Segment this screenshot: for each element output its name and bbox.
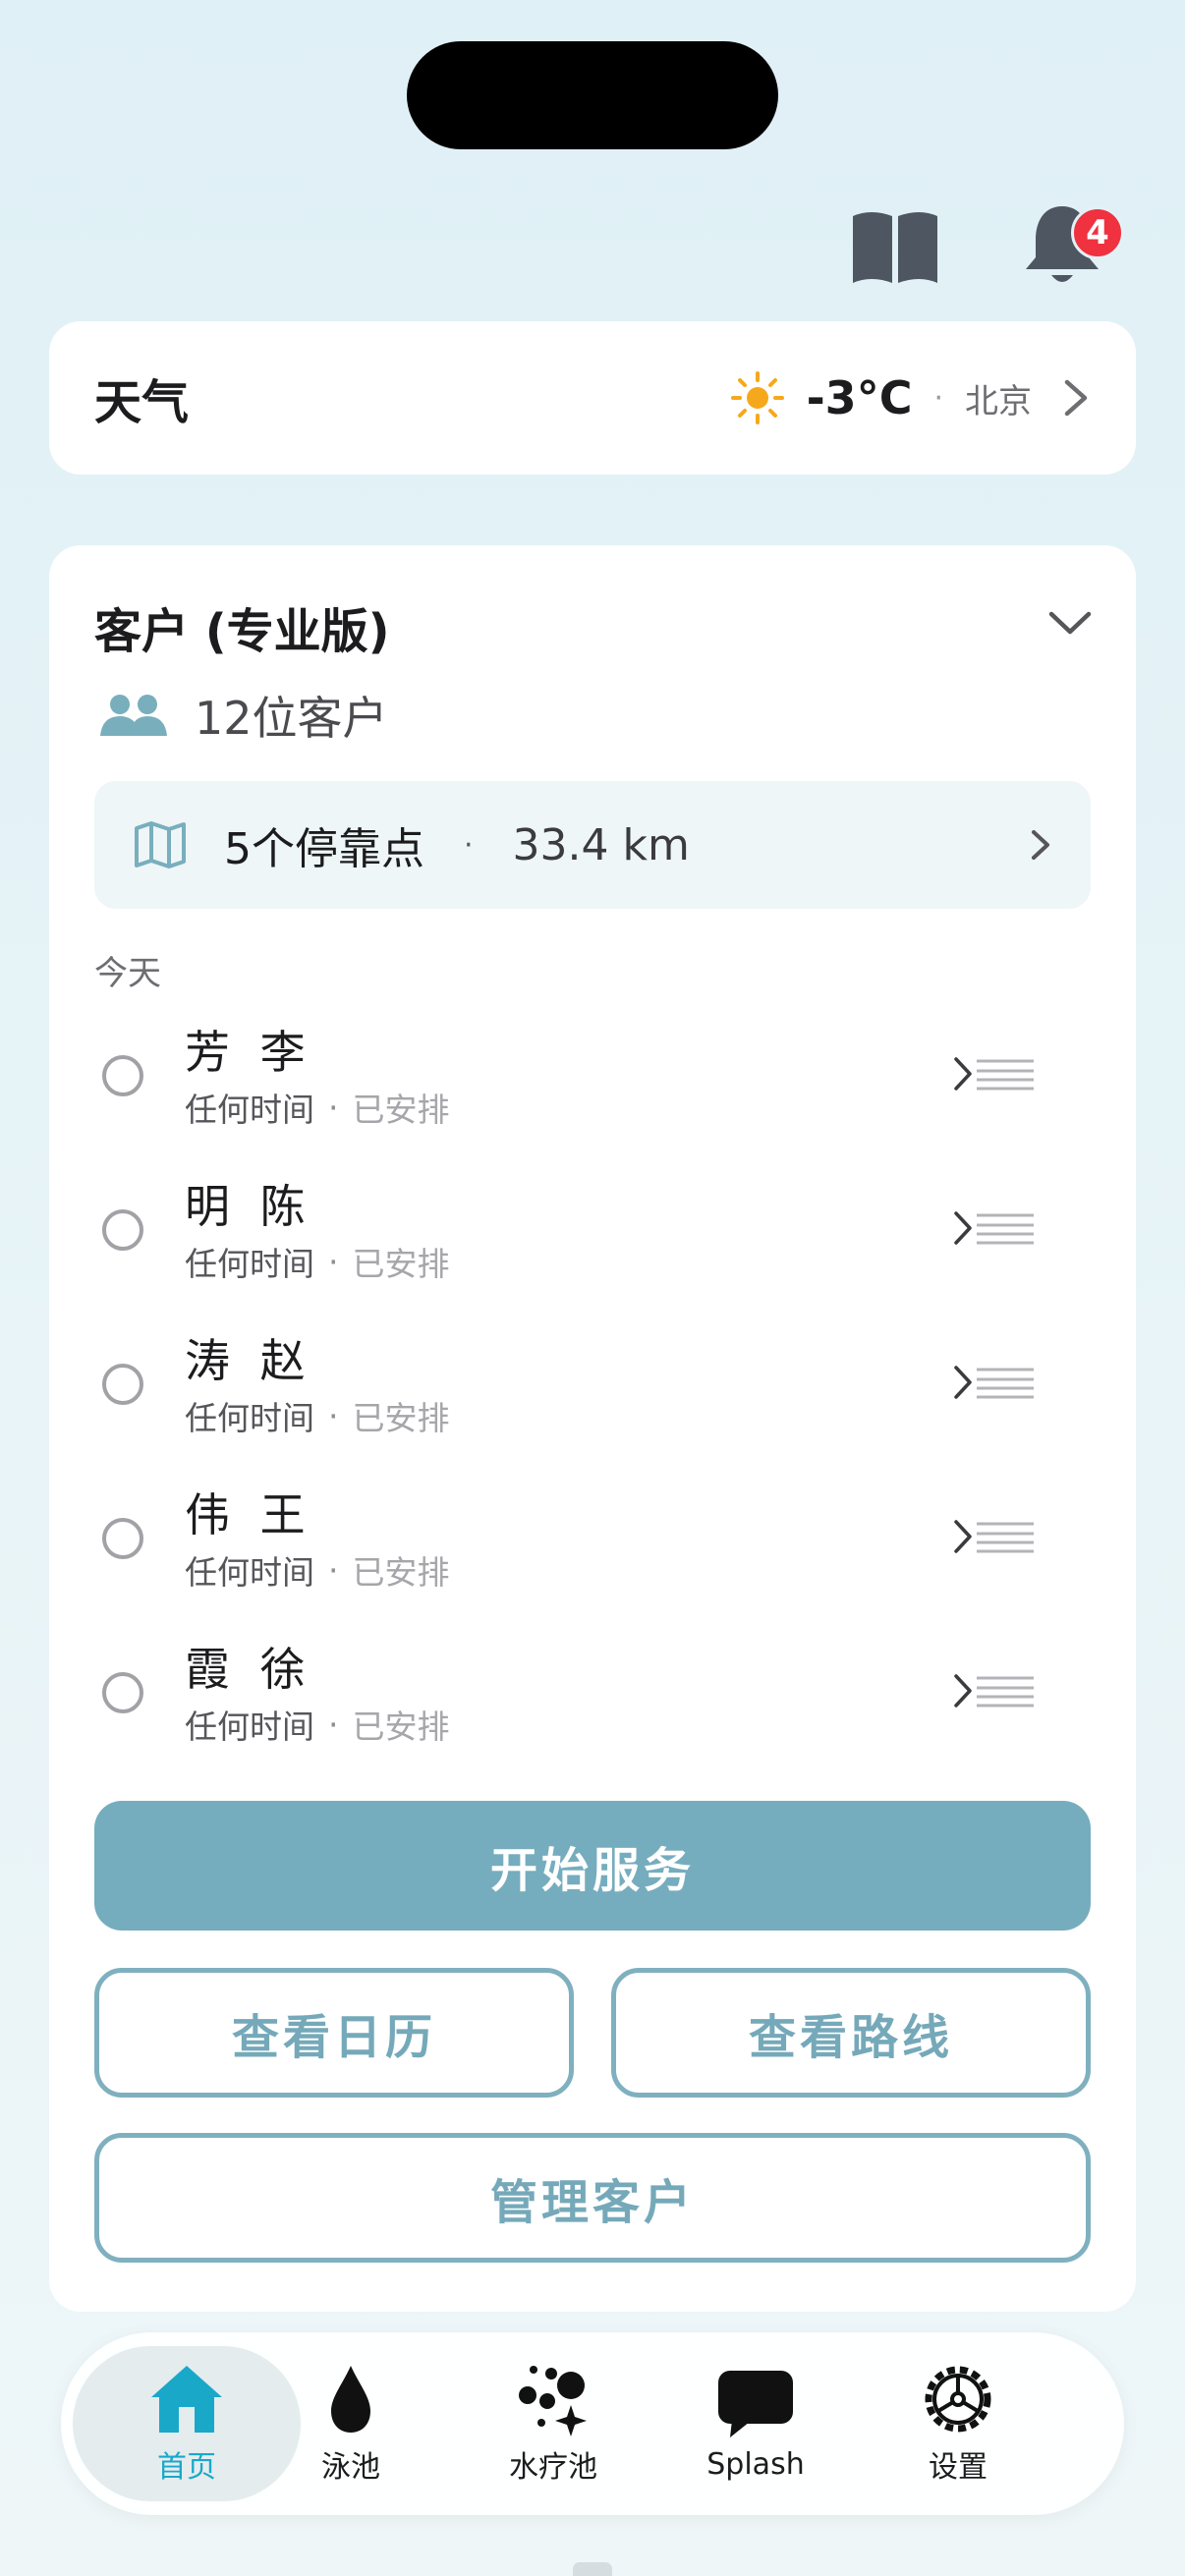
chevron-right-icon[interactable]	[953, 1365, 973, 1400]
chevron-right-icon	[1064, 379, 1088, 417]
chevron-right-icon[interactable]	[953, 1519, 973, 1554]
clients-title: 客户 (专业版)	[94, 604, 390, 659]
client-name: 伟 王	[185, 1488, 313, 1541]
schedule-status: 已安排	[352, 1553, 450, 1592]
chevron-right-icon	[1032, 830, 1049, 860]
list-item[interactable]: 涛 赵 任何时间 · 已安排	[94, 1306, 1091, 1460]
notification-badge: 4	[1071, 206, 1124, 259]
drag-handle-icon[interactable]	[975, 1675, 1036, 1708]
drag-handle-icon[interactable]	[975, 1367, 1036, 1400]
sun-icon	[730, 371, 784, 424]
separator: ·	[933, 380, 943, 416]
schedule-status: 已安排	[352, 1399, 450, 1437]
schedule-time: 任何时间	[185, 1708, 314, 1746]
chevron-right-icon[interactable]	[953, 1056, 973, 1092]
home-indicator	[573, 2562, 612, 2576]
complete-checkbox[interactable]	[102, 1364, 143, 1405]
separator: ·	[328, 1396, 339, 1435]
tab-bar: 首页 泳池 水疗池 Splash 设置	[61, 2332, 1124, 2515]
client-count-row: 12位客户	[98, 683, 388, 748]
complete-checkbox[interactable]	[102, 1209, 143, 1251]
bubbles-sparkle-icon	[519, 2366, 587, 2436]
complete-checkbox[interactable]	[102, 1518, 143, 1559]
separator: ·	[328, 1550, 339, 1590]
manage-clients-button[interactable]: 管理客户	[94, 2133, 1091, 2263]
view-route-button[interactable]: 查看路线	[611, 1968, 1091, 2098]
separator: ·	[328, 1088, 339, 1127]
schedule-status: 已安排	[352, 1245, 450, 1283]
list-item[interactable]: 芳 李 任何时间 · 已安排	[94, 997, 1091, 1151]
separator: ·	[464, 827, 474, 863]
start-service-button[interactable]: 开始服务	[94, 1801, 1091, 1931]
client-name: 霞 徐	[185, 1643, 313, 1696]
list-item[interactable]: 明 陈 任何时间 · 已安排	[94, 1151, 1091, 1306]
view-calendar-button[interactable]: 查看日历	[94, 1968, 574, 2098]
client-name: 明 陈	[185, 1180, 313, 1233]
schedule-status: 已安排	[352, 1091, 450, 1129]
schedule-time: 任何时间	[185, 1091, 314, 1129]
book-icon[interactable]	[849, 208, 941, 287]
drag-handle-icon[interactable]	[975, 1521, 1036, 1554]
clients-card: 客户 (专业版) 12位客户 5个停靠点 · 33.4 km 今天 芳 李 任何…	[49, 545, 1136, 2312]
tab-settings[interactable]: 设置	[855, 2346, 1061, 2501]
people-icon	[100, 695, 167, 736]
tab-label: 泳池	[321, 2450, 380, 2485]
separator: ·	[328, 1705, 339, 1744]
chat-bubble-icon	[718, 2370, 793, 2437]
dynamic-island	[407, 41, 778, 149]
tab-splash[interactable]: Splash	[652, 2346, 859, 2501]
list-item[interactable]: 霞 徐 任何时间 · 已安排	[94, 1614, 1091, 1768]
tab-label: 水疗池	[509, 2450, 597, 2485]
client-list: 芳 李 任何时间 · 已安排 明 陈 任何时间 · 已安排 涛 赵 任何时间 ·…	[94, 997, 1091, 1768]
weather-card[interactable]: 天气 -3°C · 北京	[49, 321, 1136, 475]
client-name: 芳 李	[185, 1026, 313, 1079]
tab-spas[interactable]: 水疗池	[450, 2346, 656, 2501]
chevron-right-icon[interactable]	[953, 1673, 973, 1708]
complete-checkbox[interactable]	[102, 1055, 143, 1096]
temperature: -3°C	[806, 371, 913, 424]
schedule-time: 任何时间	[185, 1245, 314, 1283]
tab-label: 设置	[929, 2450, 988, 2485]
section-label-today: 今天	[94, 954, 161, 993]
complete-checkbox[interactable]	[102, 1672, 143, 1713]
drag-handle-icon[interactable]	[975, 1212, 1036, 1246]
schedule-time: 任何时间	[185, 1553, 314, 1592]
separator: ·	[328, 1242, 339, 1281]
gear-icon	[925, 2366, 991, 2433]
drag-handle-icon[interactable]	[975, 1058, 1036, 1092]
route-distance: 33.4 km	[512, 819, 690, 870]
schedule-status: 已安排	[352, 1708, 450, 1746]
list-item[interactable]: 伟 王 任何时间 · 已安排	[94, 1460, 1091, 1614]
stops-count: 5个停靠点	[224, 824, 424, 874]
weather-title: 天气	[94, 375, 190, 430]
schedule-time: 任何时间	[185, 1399, 314, 1437]
tab-pools[interactable]: 泳池	[248, 2346, 454, 2501]
tab-label: Splash	[706, 2446, 805, 2482]
chevron-right-icon[interactable]	[953, 1210, 973, 1246]
client-count: 12位客户	[195, 692, 388, 745]
client-name: 涛 赵	[185, 1334, 313, 1387]
city-name: 北京	[965, 381, 1032, 421]
water-drop-icon	[331, 2366, 370, 2433]
home-icon	[151, 2366, 222, 2433]
tab-label: 首页	[157, 2450, 216, 2485]
route-summary[interactable]: 5个停靠点 · 33.4 km	[94, 781, 1091, 909]
chevron-down-icon[interactable]	[1047, 610, 1093, 638]
map-icon	[135, 821, 186, 868]
